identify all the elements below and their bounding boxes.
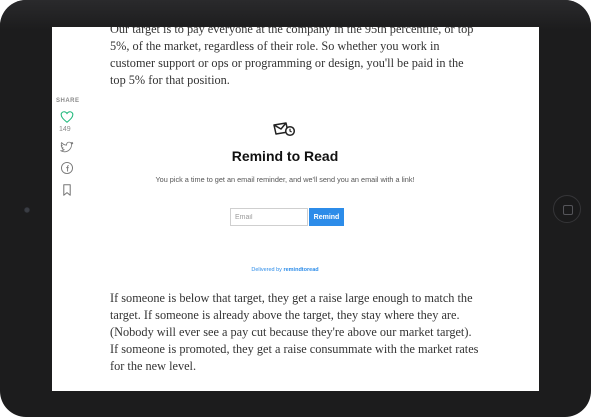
remind-description: You pick a time to get an email reminder… — [155, 175, 415, 184]
article-paragraph: If someone is below that target, they ge… — [110, 291, 479, 373]
home-button[interactable] — [553, 195, 581, 223]
like-count: 149 — [59, 126, 71, 133]
delivered-by-text: Delivered by — [251, 267, 282, 273]
twitter-icon[interactable] — [60, 140, 74, 154]
bookmark-icon[interactable] — [60, 183, 74, 197]
remind-button[interactable]: Remind — [309, 208, 344, 226]
email-field[interactable] — [230, 208, 308, 226]
screen: Our target is to pay everyone at the com… — [52, 27, 539, 391]
facebook-icon[interactable] — [60, 161, 74, 175]
heart-icon[interactable] — [60, 110, 74, 124]
article-paragraph: Our target is to pay everyone at the com… — [110, 27, 474, 87]
share-label: SHARE — [56, 98, 80, 104]
envelope-clock-icon — [273, 122, 296, 137]
delivered-by-link[interactable]: remindtoread — [283, 267, 318, 273]
tablet-bezel-top — [0, 0, 591, 30]
delivered-by: Delivered by remindtoread — [130, 267, 440, 273]
home-square-icon — [563, 205, 573, 215]
tablet-frame: Our target is to pay everyone at the com… — [0, 0, 591, 417]
remind-to-read-widget: Remind to Read You pick a time to get an… — [130, 117, 440, 277]
front-camera — [24, 207, 30, 213]
remind-title: Remind to Read — [231, 148, 339, 164]
